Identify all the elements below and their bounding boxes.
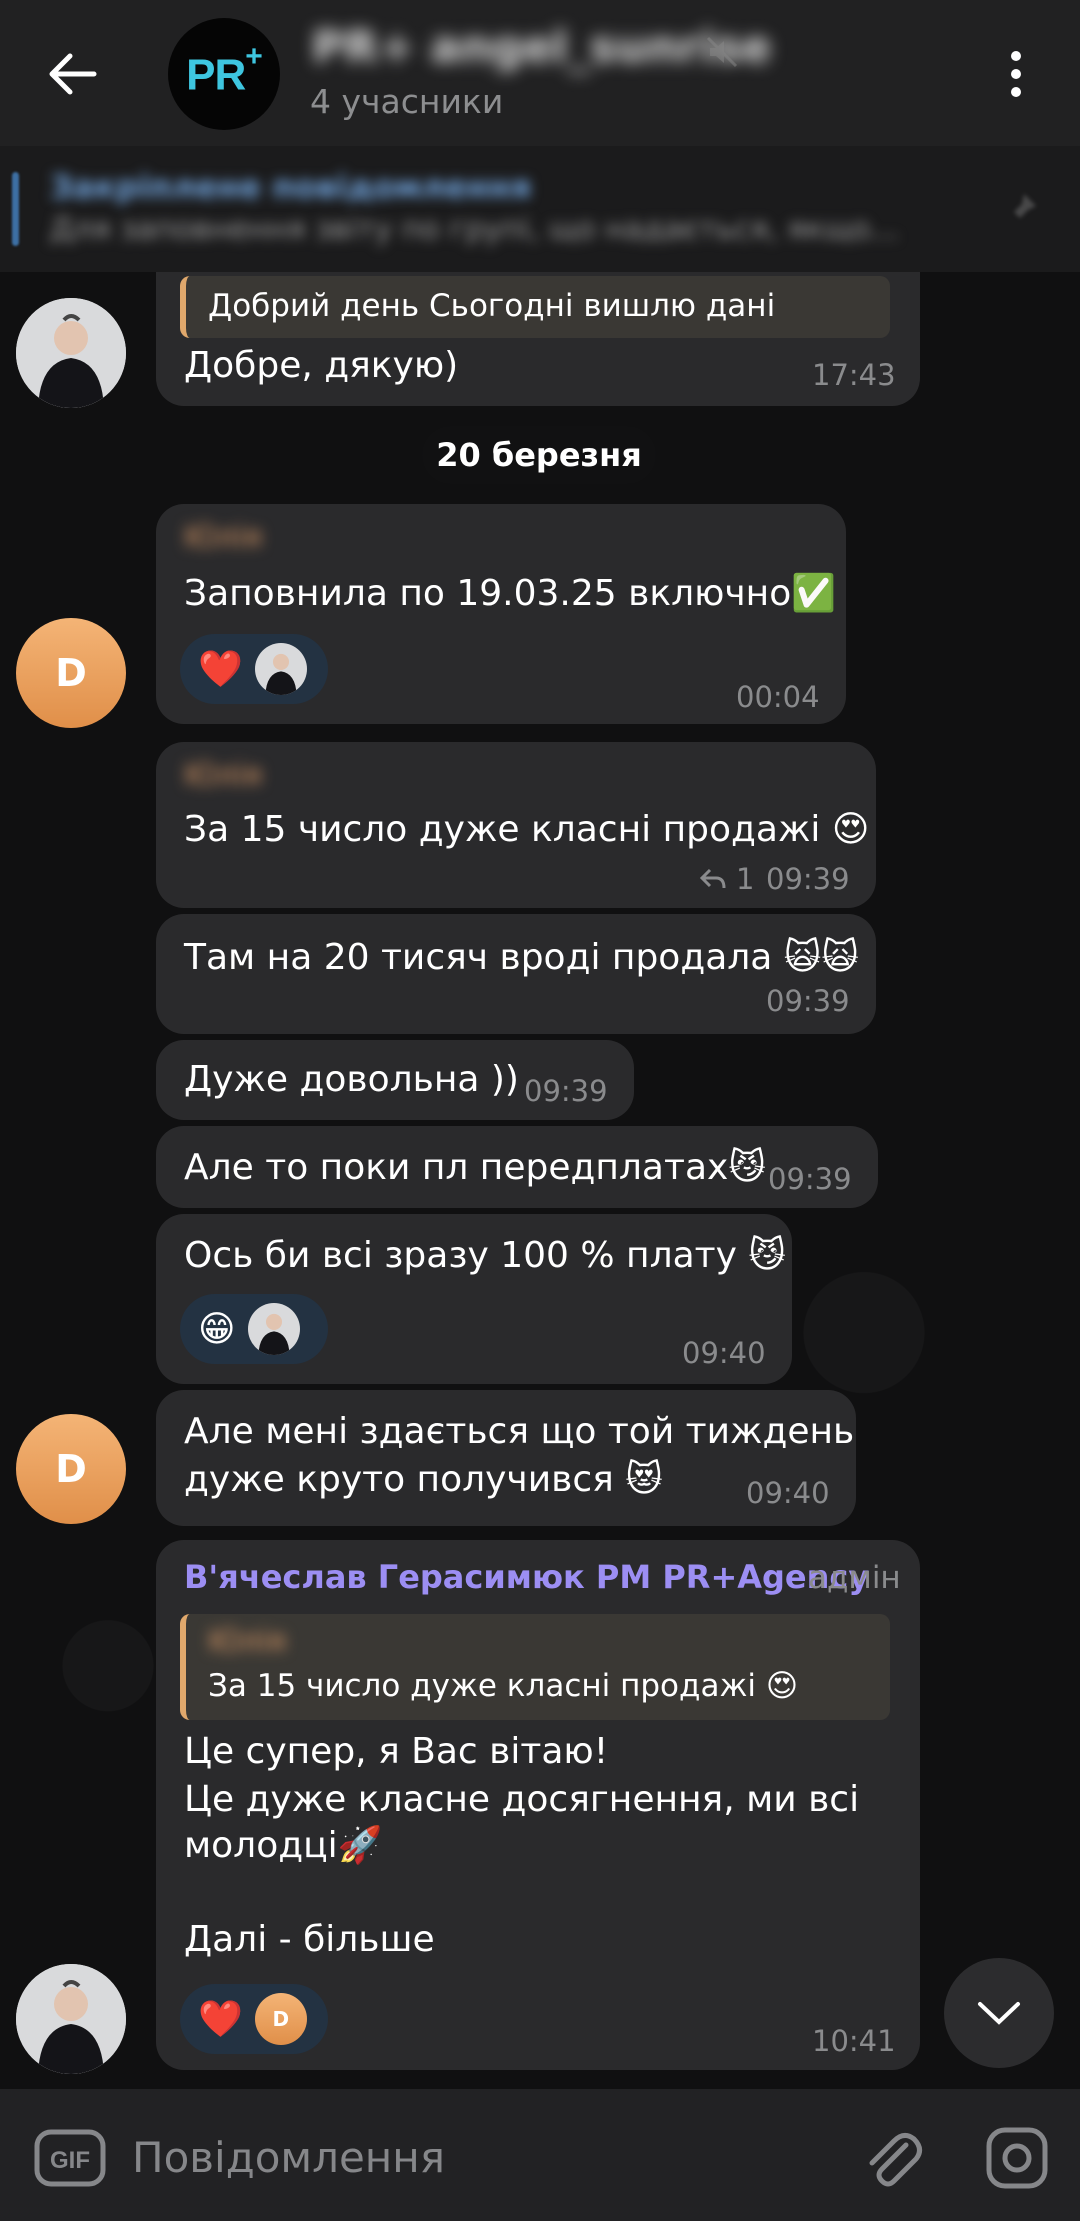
reply-icon [699,868,726,889]
sender-name[interactable]: Юлія [184,520,262,555]
group-logo: PR+ [186,39,263,100]
message-time: 09:39 [524,1074,608,1108]
group-avatar[interactable]: PR+ [168,18,280,130]
message-time: 10:41 [812,2024,896,2058]
message-text: Добре, дякую) [184,345,459,386]
person-photo-icon [254,643,307,695]
avatar-photo[interactable] [16,298,126,408]
more-vert-icon [1011,51,1021,97]
quote-text: Добрий день Сьогодні вишлю дані [208,288,776,324]
message-input-bar: GIF Повідомлення [0,2089,1080,2221]
message-text-line4: Далі - більше [184,1919,435,1960]
chevron-down-icon [978,2002,1020,2025]
camera-button[interactable] [984,2125,1050,2191]
message-text-line2: дуже круто получився 😻 [184,1459,663,1500]
message-bubble[interactable]: Але мені здається що той тиждень дуже кр… [156,1390,856,1526]
quote-text: За 15 число дуже класні продажі 😍 [208,1668,799,1704]
message-bubble[interactable]: Юлія За 15 число дуже класні продажі 😍 1… [156,742,876,908]
avatar-letter[interactable]: D [16,1414,126,1524]
message-time: 09:39 [766,984,850,1018]
avatar-initial: D [55,1447,87,1491]
person-photo-icon [16,298,126,408]
sender-name[interactable]: Юлія [184,758,262,793]
admin-badge: адмін [808,1560,901,1596]
message-text: Там на 20 тисяч вроді продала 🙀🙀 [184,937,859,978]
message-text-line2: Це дуже класне досягнення, ми всі [184,1779,860,1820]
reply-quote[interactable]: Добрий день Сьогодні вишлю дані [180,276,890,338]
message-text: За 15 число дуже класні продажі 😍 [184,809,870,850]
message-bubble[interactable]: Там на 20 тисяч вроді продала 🙀🙀 09:39 [156,914,876,1034]
message-time: 09:39 [768,1162,852,1196]
message-bubble[interactable]: Дуже довольна )) 09:39 [156,1040,634,1120]
quote-sender: Юлія [208,1624,286,1659]
person-photo-icon [16,1964,126,2074]
message-time: 17:43 [812,358,896,392]
muted-icon [706,36,738,68]
gif-icon: GIF [34,2129,106,2187]
message-time: 09:40 [746,1476,830,1510]
back-button[interactable] [40,42,104,106]
message-bubble[interactable]: Юлія Заповнила по 19.03.25 включно✅ ❤️ 0… [156,504,846,724]
message-bubble[interactable]: Ось би всі зразу 100 % плату 😼 😁 09:40 [156,1214,792,1384]
member-count: 4 учасники [310,82,504,121]
date-separator: 20 березня [422,426,656,484]
reply-count[interactable]: 1 [736,862,754,896]
message-bubble[interactable]: В'ячеслав Герасимюк PM PR+Agency адмін Ю… [156,1540,920,2070]
camera-icon [986,2127,1048,2189]
scroll-down-button[interactable] [944,1958,1054,2068]
paperclip-icon [869,2133,922,2187]
gif-button[interactable]: GIF [34,2129,106,2187]
pinned-indicator [12,172,19,246]
message-text-line3: молодці🚀 [184,1825,383,1866]
reaction-emoji: ❤️ [198,649,243,690]
reactor-avatar [254,643,307,695]
message-text: Заповнила по 19.03.25 включно✅ [184,573,837,614]
arrow-left-icon [49,53,97,95]
reaction-chip[interactable]: ❤️ [180,634,328,704]
more-menu-button[interactable] [996,46,1036,102]
message-text: Ось би всі зразу 100 % плату 😼 [184,1235,786,1276]
avatar-letter[interactable]: D [16,618,126,728]
reactor-avatar [247,1303,300,1355]
chat-header: PR+ PR+ angel_sunrise 4 учасники [0,0,1080,146]
reaction-chip[interactable]: ❤️ D [180,1984,328,2054]
chat-title[interactable]: PR+ angel_sunrise [312,22,771,73]
attach-button[interactable] [860,2125,926,2191]
message-text: Дуже довольна )) [184,1059,519,1100]
message-text-line1: Але мені здається що той тиждень [184,1411,855,1452]
message-text: Але то поки пл передплатах😼 [184,1147,766,1188]
message-time: 09:40 [682,1336,766,1370]
svg-text:GIF: GIF [50,2147,90,2174]
reaction-chip[interactable]: 😁 [180,1294,328,1364]
message-time: 00:04 [736,680,820,714]
message-text-line1: Це супер, я Вас вітаю! [184,1731,609,1772]
sender-name[interactable]: В'ячеслав Герасимюк PM PR+Agency [184,1558,869,1596]
pin-icon[interactable] [1006,190,1042,226]
avatar-initial: D [55,651,87,695]
reaction-emoji: 😁 [198,1308,236,1350]
pinned-title: Закріплене повідомлення [50,168,532,206]
reactor-avatar: D [254,1993,307,2045]
message-bubble[interactable]: Добрий день Сьогодні вишлю дані Добре, д… [156,262,920,406]
pinned-text: Для заповнення звіту по групі, що надаєт… [50,212,899,247]
reaction-emoji: ❤️ [198,1999,243,2040]
pinned-message-bar[interactable]: Закріплене повідомлення Для заповнення з… [0,146,1080,272]
avatar-photo[interactable] [16,1964,126,2074]
message-time: 09:39 [766,862,850,896]
reply-quote[interactable]: Юлія За 15 число дуже класні продажі 😍 [180,1614,890,1720]
person-photo-icon [247,1303,300,1355]
message-bubble[interactable]: Але то поки пл передплатах😼 09:39 [156,1126,878,1208]
message-input[interactable]: Повідомлення [132,2133,445,2182]
